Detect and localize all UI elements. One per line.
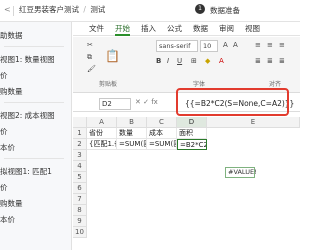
align-right-icon[interactable]: ≣ <box>279 57 285 65</box>
name-box[interactable]: D2 <box>99 98 131 110</box>
column-header[interactable]: E <box>207 117 300 128</box>
font-name-select[interactable]: sans-serif <box>156 40 198 52</box>
function-icon[interactable]: fx <box>151 98 158 106</box>
increase-font-icon[interactable]: A <box>223 41 228 49</box>
back-icon[interactable]: < <box>4 5 11 14</box>
divider <box>13 6 14 16</box>
sidebar-field-price[interactable]: 价 <box>0 182 8 193</box>
copy-icon[interactable]: ⧉ <box>87 53 92 62</box>
sidebar-field-cost[interactable]: 本价 <box>0 214 15 225</box>
column-header[interactable]: B <box>117 117 147 128</box>
row-header[interactable]: 7 <box>73 194 87 205</box>
decrease-font-icon[interactable]: A <box>233 41 238 49</box>
ribbon-toolbar: ✂ ⧉ 🖌 📋 剪贴板 sans-serif 10 A A B I U ⊞ ◆ … <box>73 37 300 93</box>
cell-d2-active[interactable]: =B2*C2 <box>177 139 207 150</box>
sidebar-field-qty[interactable]: 购数量 <box>0 86 23 97</box>
font-size-select[interactable]: 10 <box>200 40 218 52</box>
confirm-icon[interactable]: ✓ <box>143 98 149 106</box>
border-icon[interactable]: ⊞ <box>191 57 197 65</box>
sidebar: 助数据 视图1: 数量视图 价 购数量 视图2: 成本视图 价 本价 拟视图1:… <box>0 22 72 250</box>
breadcrumb: 红豆男装客户测试 / 测试 <box>19 4 107 15</box>
breadcrumb-project[interactable]: 红豆男装客户测试 <box>19 5 79 14</box>
font-color-icon[interactable]: A <box>219 57 224 65</box>
row-header[interactable]: 1 <box>73 128 87 139</box>
sidebar-field-cost[interactable]: 本价 <box>0 142 15 153</box>
cell-c2[interactable]: =SUM(匹 <box>147 139 177 150</box>
cancel-icon[interactable]: ✕ <box>135 98 141 106</box>
sidebar-divider <box>4 102 64 103</box>
sidebar-field-qty[interactable]: 购数量 <box>0 198 23 209</box>
tab-insert[interactable]: 插入 <box>141 24 156 36</box>
highlight-box <box>176 88 289 116</box>
sidebar-item-view1[interactable]: 视图1: 数量视图 <box>0 54 55 65</box>
format-painter-icon[interactable]: 🖌 <box>87 65 96 73</box>
spreadsheet-editor: 文件 开始 插入 公式 数据 审阅 视图 ✂ ⧉ 🖌 📋 剪贴板 sans-se… <box>73 22 300 250</box>
cell-grid: A B C D E 1 2 3 4 5 6 7 8 9 10 省份 数量 成本 … <box>73 117 300 250</box>
error-tooltip: #VALUE! <box>225 167 257 178</box>
cut-icon[interactable]: ✂ <box>87 41 93 49</box>
align-center-icon[interactable]: ≣ <box>267 57 273 65</box>
column-header[interactable]: C <box>147 117 177 128</box>
clipboard-group-label: 剪贴板 <box>99 81 118 88</box>
sidebar-item-view2[interactable]: 视图2: 成本视图 <box>0 110 55 121</box>
row-header[interactable]: 10 <box>73 227 87 238</box>
row-header[interactable]: 5 <box>73 172 87 183</box>
tab-formula[interactable]: 公式 <box>167 24 182 36</box>
paste-icon[interactable]: 📋 <box>105 49 120 63</box>
tab-file[interactable]: 文件 <box>89 24 104 36</box>
step-number-badge: 1 <box>195 4 205 14</box>
top-bar: < 红豆男装客户测试 / 测试 1 数据准备 <box>0 0 300 22</box>
formula-icons: ✕ ✓ fx <box>135 98 158 106</box>
ribbon-tabs: 文件 开始 插入 公式 数据 审阅 视图 <box>73 22 300 36</box>
align-top-icon[interactable]: ≡ <box>255 41 261 49</box>
fill-color-icon[interactable]: ◆ <box>205 57 210 65</box>
cell-c1[interactable]: 成本 <box>147 128 177 139</box>
row-header[interactable]: 6 <box>73 183 87 194</box>
column-header[interactable]: D <box>177 117 207 128</box>
font-group-label: 字体 <box>193 81 206 88</box>
align-group-label: 对齐 <box>269 81 282 88</box>
align-middle-icon[interactable]: ≡ <box>267 41 273 49</box>
sidebar-divider <box>4 46 64 47</box>
breadcrumb-separator: / <box>83 5 86 14</box>
sidebar-item-aux-data[interactable]: 助数据 <box>0 30 23 41</box>
tab-review[interactable]: 审阅 <box>219 24 234 36</box>
row-header[interactable]: 3 <box>73 150 87 161</box>
cell-a2[interactable]: {匹配1.省 <box>87 139 117 150</box>
tab-data[interactable]: 数据 <box>193 24 208 36</box>
tab-home[interactable]: 开始 <box>115 24 130 36</box>
row-header[interactable]: 4 <box>73 161 87 172</box>
sidebar-field-price[interactable]: 价 <box>0 126 8 137</box>
step-label[interactable]: 数据准备 <box>210 5 240 16</box>
cell-b1[interactable]: 数量 <box>117 128 147 139</box>
row-header[interactable]: 9 <box>73 216 87 227</box>
cell-d1[interactable]: 面积 <box>177 128 207 139</box>
sidebar-field-price[interactable]: 价 <box>0 70 8 81</box>
column-header[interactable]: A <box>87 117 117 128</box>
align-bottom-icon[interactable]: ≡ <box>279 41 285 49</box>
bold-icon[interactable]: B <box>156 57 161 65</box>
italic-icon[interactable]: I <box>167 57 169 65</box>
breadcrumb-current: 测试 <box>90 5 106 14</box>
row-header[interactable]: 2 <box>73 139 87 150</box>
align-left-icon[interactable]: ≣ <box>255 57 261 65</box>
tab-view[interactable]: 视图 <box>245 24 260 36</box>
row-header[interactable]: 8 <box>73 205 87 216</box>
cell-b2[interactable]: =SUM(匹 <box>117 139 147 150</box>
cell-a1[interactable]: 省份 <box>87 128 117 139</box>
corner-select-all[interactable] <box>73 117 87 128</box>
underline-icon[interactable]: U <box>177 57 182 65</box>
sidebar-item-virtual-view1[interactable]: 拟视图1: 匹配1 <box>0 166 52 177</box>
sidebar-divider <box>4 158 64 159</box>
